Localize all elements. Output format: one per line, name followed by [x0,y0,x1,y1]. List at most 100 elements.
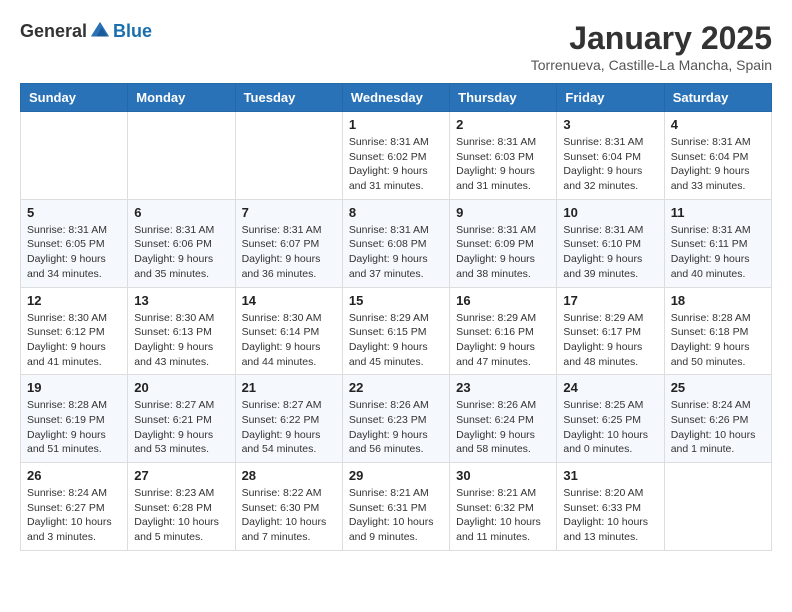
day-number: 3 [563,117,657,132]
day-number: 25 [671,380,765,395]
calendar-cell: 25 Sunrise: 8:24 AM Sunset: 6:26 PM Dayli… [664,375,771,463]
day-number: 15 [349,293,443,308]
weekday-header-cell: Wednesday [342,84,449,112]
calendar-week-row: 5Sunrise: 8:31 AM Sunset: 6:05 PM Daylig… [21,199,772,287]
day-info: Sunrise: 8:31 AM Sunset: 6:11 PM Dayligh… [671,223,765,282]
day-number: 8 [349,205,443,220]
calendar-cell: 31Sunrise: 8:20 AM Sunset: 6:33 PM Dayli… [557,463,664,551]
day-info: Sunrise: 8:31 AM Sunset: 6:06 PM Dayligh… [134,223,228,282]
day-info: Sunrise: 8:21 AM Sunset: 6:31 PM Dayligh… [349,486,443,545]
calendar-cell: 26Sunrise: 8:24 AM Sunset: 6:27 PM Dayli… [21,463,128,551]
day-info: Sunrise: 8:30 AM Sunset: 6:12 PM Dayligh… [27,311,121,370]
calendar-cell: 6 Sunrise: 8:31 AM Sunset: 6:06 PM Daylig… [128,199,235,287]
calendar-week-row: 26Sunrise: 8:24 AM Sunset: 6:27 PM Dayli… [21,463,772,551]
day-number: 17 [563,293,657,308]
calendar-cell: 20Sunrise: 8:27 AM Sunset: 6:21 PM Dayli… [128,375,235,463]
calendar-cell: 28 Sunrise: 8:22 AM Sunset: 6:30 PM Dayli… [235,463,342,551]
day-info: Sunrise: 8:25 AM Sunset: 6:25 PM Dayligh… [563,398,657,457]
weekday-header-cell: Tuesday [235,84,342,112]
title-block: January 2025 Torrenueva, Castille-La Man… [531,20,772,73]
day-info: Sunrise: 8:31 AM Sunset: 6:10 PM Dayligh… [563,223,657,282]
day-info: Sunrise: 8:22 AM Sunset: 6:30 PM Dayligh… [242,486,336,545]
day-info: Sunrise: 8:30 AM Sunset: 6:13 PM Dayligh… [134,311,228,370]
logo-icon [89,20,111,42]
weekday-header-cell: Friday [557,84,664,112]
day-number: 18 [671,293,765,308]
day-info: Sunrise: 8:31 AM Sunset: 6:04 PM Dayligh… [563,135,657,194]
calendar-cell: 2 Sunrise: 8:31 AM Sunset: 6:03 PM Daylig… [450,112,557,200]
calendar-cell: 19 Sunrise: 8:28 AM Sunset: 6:19 PM Dayli… [21,375,128,463]
calendar-cell: 1Sunrise: 8:31 AM Sunset: 6:02 PM Daylig… [342,112,449,200]
calendar-week-row: 1Sunrise: 8:31 AM Sunset: 6:02 PM Daylig… [21,112,772,200]
day-info: Sunrise: 8:28 AM Sunset: 6:18 PM Dayligh… [671,311,765,370]
day-number: 10 [563,205,657,220]
calendar-cell: 29 Sunrise: 8:21 AM Sunset: 6:31 PM Dayli… [342,463,449,551]
calendar-week-row: 19 Sunrise: 8:28 AM Sunset: 6:19 PM Dayli… [21,375,772,463]
calendar-cell: 17 Sunrise: 8:29 AM Sunset: 6:17 PM Dayli… [557,287,664,375]
day-number: 2 [456,117,550,132]
day-number: 12 [27,293,121,308]
day-info: Sunrise: 8:31 AM Sunset: 6:07 PM Dayligh… [242,223,336,282]
weekday-header-cell: Thursday [450,84,557,112]
day-number: 27 [134,468,228,483]
calendar-cell: 24 Sunrise: 8:25 AM Sunset: 6:25 PM Dayli… [557,375,664,463]
day-number: 24 [563,380,657,395]
day-number: 29 [349,468,443,483]
day-number: 9 [456,205,550,220]
day-info: Sunrise: 8:24 AM Sunset: 6:27 PM Dayligh… [27,486,121,545]
day-number: 6 [134,205,228,220]
calendar-cell: 30Sunrise: 8:21 AM Sunset: 6:32 PM Dayli… [450,463,557,551]
calendar-body: 1Sunrise: 8:31 AM Sunset: 6:02 PM Daylig… [21,112,772,551]
logo-text: General Blue [20,20,152,42]
calendar-cell: 13 Sunrise: 8:30 AM Sunset: 6:13 PM Dayli… [128,287,235,375]
day-number: 7 [242,205,336,220]
calendar-cell: 16Sunrise: 8:29 AM Sunset: 6:16 PM Dayli… [450,287,557,375]
logo-general: General [20,21,87,42]
day-info: Sunrise: 8:26 AM Sunset: 6:23 PM Dayligh… [349,398,443,457]
page: General Blue January 2025 Torrenueva, Ca… [0,0,792,571]
day-number: 20 [134,380,228,395]
day-info: Sunrise: 8:28 AM Sunset: 6:19 PM Dayligh… [27,398,121,457]
day-info: Sunrise: 8:31 AM Sunset: 6:09 PM Dayligh… [456,223,550,282]
day-info: Sunrise: 8:30 AM Sunset: 6:14 PM Dayligh… [242,311,336,370]
calendar-cell: 3 Sunrise: 8:31 AM Sunset: 6:04 PM Daylig… [557,112,664,200]
day-number: 22 [349,380,443,395]
day-number: 11 [671,205,765,220]
day-number: 28 [242,468,336,483]
calendar-cell: 9 Sunrise: 8:31 AM Sunset: 6:09 PM Daylig… [450,199,557,287]
calendar-cell: 5Sunrise: 8:31 AM Sunset: 6:05 PM Daylig… [21,199,128,287]
logo-blue: Blue [113,21,152,42]
calendar-cell: 22 Sunrise: 8:26 AM Sunset: 6:23 PM Dayli… [342,375,449,463]
calendar-cell: 10 Sunrise: 8:31 AM Sunset: 6:10 PM Dayli… [557,199,664,287]
calendar-cell [128,112,235,200]
month-title: January 2025 [531,20,772,57]
calendar: SundayMondayTuesdayWednesdayThursdayFrid… [20,83,772,551]
calendar-cell: 11 Sunrise: 8:31 AM Sunset: 6:11 PM Dayli… [664,199,771,287]
calendar-cell: 7 Sunrise: 8:31 AM Sunset: 6:07 PM Daylig… [235,199,342,287]
day-info: Sunrise: 8:27 AM Sunset: 6:22 PM Dayligh… [242,398,336,457]
day-number: 4 [671,117,765,132]
day-info: Sunrise: 8:31 AM Sunset: 6:08 PM Dayligh… [349,223,443,282]
day-number: 13 [134,293,228,308]
calendar-cell [21,112,128,200]
day-number: 30 [456,468,550,483]
day-info: Sunrise: 8:31 AM Sunset: 6:03 PM Dayligh… [456,135,550,194]
weekday-header-cell: Saturday [664,84,771,112]
calendar-cell: 15 Sunrise: 8:29 AM Sunset: 6:15 PM Dayli… [342,287,449,375]
subtitle: Torrenueva, Castille-La Mancha, Spain [531,57,772,73]
calendar-week-row: 12 Sunrise: 8:30 AM Sunset: 6:12 PM Dayli… [21,287,772,375]
day-number: 23 [456,380,550,395]
day-info: Sunrise: 8:24 AM Sunset: 6:26 PM Dayligh… [671,398,765,457]
day-number: 31 [563,468,657,483]
calendar-cell: 4Sunrise: 8:31 AM Sunset: 6:04 PM Daylig… [664,112,771,200]
logo: General Blue [20,20,152,42]
calendar-cell: 12 Sunrise: 8:30 AM Sunset: 6:12 PM Dayli… [21,287,128,375]
day-info: Sunrise: 8:29 AM Sunset: 6:16 PM Dayligh… [456,311,550,370]
day-info: Sunrise: 8:29 AM Sunset: 6:15 PM Dayligh… [349,311,443,370]
day-number: 5 [27,205,121,220]
day-number: 19 [27,380,121,395]
day-info: Sunrise: 8:26 AM Sunset: 6:24 PM Dayligh… [456,398,550,457]
day-info: Sunrise: 8:29 AM Sunset: 6:17 PM Dayligh… [563,311,657,370]
day-info: Sunrise: 8:31 AM Sunset: 6:02 PM Dayligh… [349,135,443,194]
calendar-cell: 14Sunrise: 8:30 AM Sunset: 6:14 PM Dayli… [235,287,342,375]
